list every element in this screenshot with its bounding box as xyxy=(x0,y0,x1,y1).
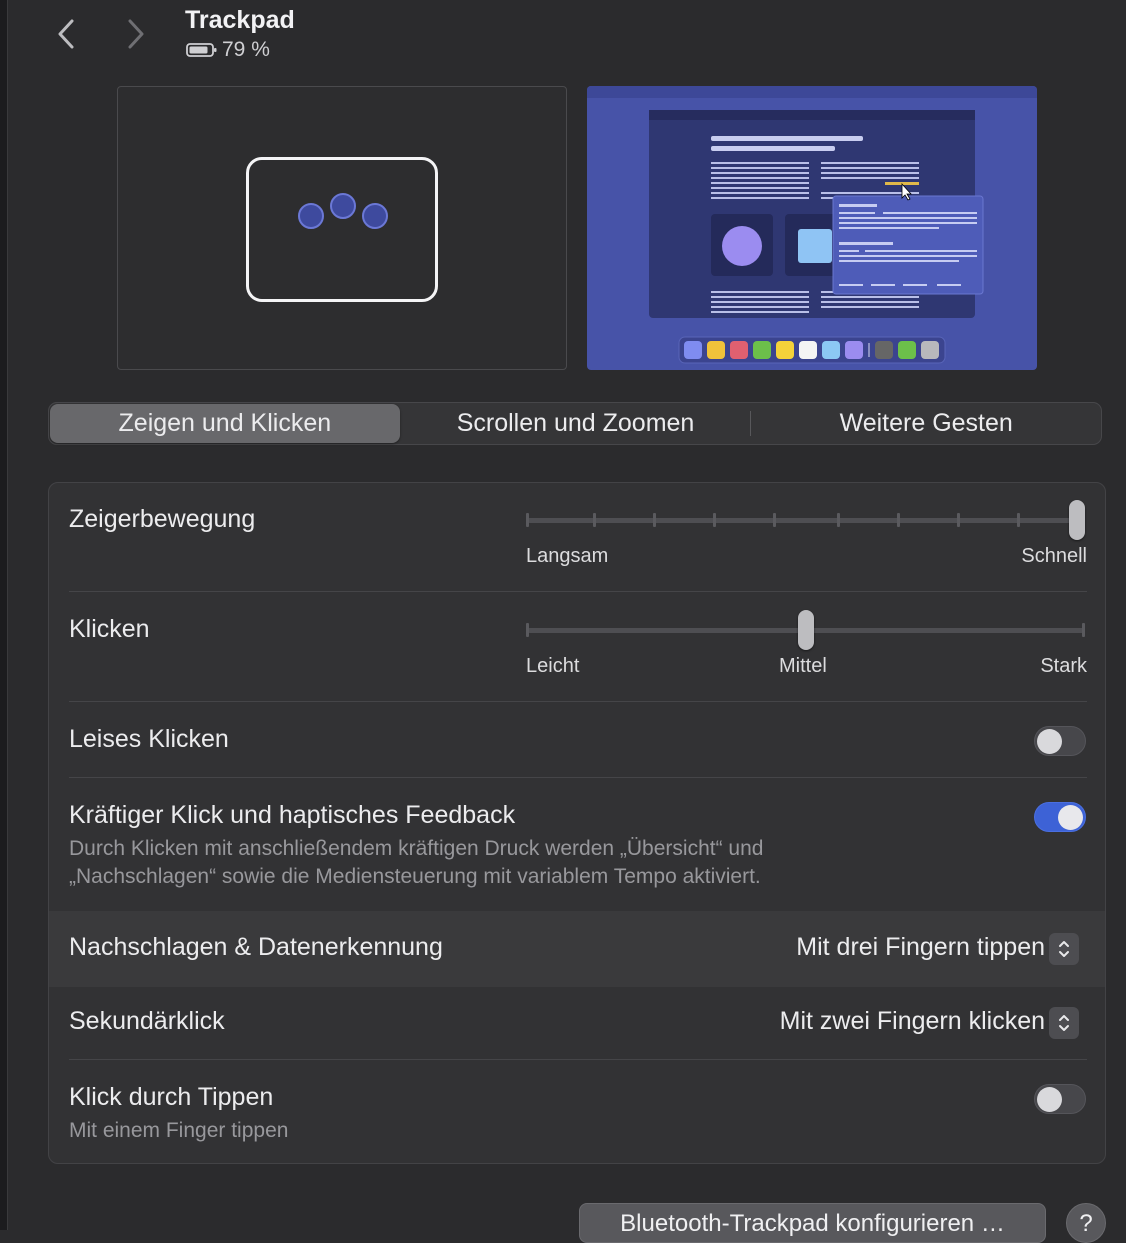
help-button[interactable]: ? xyxy=(1066,1203,1106,1243)
silent-click-row: Leises Klicken xyxy=(49,703,1105,779)
slider-tick xyxy=(957,513,960,527)
slider-mid-label: Mittel xyxy=(779,655,827,677)
slider-tick xyxy=(526,623,529,637)
row-divider xyxy=(69,777,1087,778)
click-pressure-row: Klicken Leicht Mittel Stark xyxy=(49,593,1105,703)
slider-tick xyxy=(526,513,529,527)
page-title: Trackpad xyxy=(185,6,295,34)
slider-knob[interactable] xyxy=(798,610,814,650)
gesture-screen-preview xyxy=(587,86,1037,370)
pointer-speed-label: Zeigerbewegung xyxy=(69,505,256,533)
secondary-click-popup-stepper[interactable] xyxy=(1049,1007,1079,1039)
slider-tick xyxy=(1017,513,1020,527)
window-edge xyxy=(0,0,8,1230)
trackpad-settings-window: Trackpad 79 % Zeigen und Klicken Scrolle… xyxy=(8,0,1126,1243)
silent-click-label: Leises Klicken xyxy=(69,725,229,753)
slider-tick xyxy=(713,513,716,527)
slider-tick xyxy=(837,513,840,527)
toggle-thumb xyxy=(1058,805,1083,830)
battery-status: 79 % xyxy=(186,38,270,62)
row-divider xyxy=(69,591,1087,592)
force-click-description-line-2: „Nachschlagen“ sowie die Mediensteuerung… xyxy=(69,865,761,888)
slider-min-label: Langsam xyxy=(526,545,609,567)
settings-group: Zeigerbewegung Langsam Schnell Klicken L… xyxy=(48,482,1106,1164)
secondary-click-popup-value[interactable]: Mit zwei Fingern klicken xyxy=(780,1007,1045,1036)
pointer-speed-row: Zeigerbewegung Langsam Schnell xyxy=(49,483,1105,593)
finger-dot xyxy=(330,193,356,219)
configure-bluetooth-trackpad-button[interactable]: Bluetooth-Trackpad konfigurieren … xyxy=(579,1203,1046,1243)
lookup-popup-stepper[interactable] xyxy=(1049,933,1079,965)
tab-more-gestures[interactable]: Weitere Gesten xyxy=(751,403,1101,444)
finger-dot xyxy=(362,203,388,229)
tab-point-and-click[interactable]: Zeigen und Klicken xyxy=(50,404,400,443)
tab-segmented-control: Zeigen und Klicken Scrollen und Zoomen W… xyxy=(48,402,1102,445)
force-click-label: Kräftiger Klick und haptisches Feedback xyxy=(69,801,516,829)
tap-to-click-toggle[interactable] xyxy=(1034,1084,1086,1114)
chevron-left-icon xyxy=(58,19,74,49)
slider-max-label: Schnell xyxy=(1021,545,1087,567)
toggle-thumb xyxy=(1037,1087,1062,1112)
chevron-right-icon xyxy=(128,19,144,49)
lookup-label: Nachschlagen & Datenerkennung xyxy=(69,933,443,961)
silent-click-toggle[interactable] xyxy=(1034,726,1086,756)
slider-tick xyxy=(653,513,656,527)
slider-track xyxy=(527,518,1085,523)
tap-to-click-label: Klick durch Tippen xyxy=(69,1083,274,1111)
battery-percentage: 79 % xyxy=(222,38,270,61)
battery-icon xyxy=(186,43,217,57)
click-pressure-label: Klicken xyxy=(69,615,150,643)
tap-to-click-description: Mit einem Finger tippen xyxy=(69,1119,289,1142)
slider-tick xyxy=(1082,623,1085,637)
back-button[interactable] xyxy=(48,14,84,54)
screen-illustration xyxy=(587,86,1037,364)
force-click-toggle[interactable] xyxy=(1034,802,1086,832)
lookup-popup-value[interactable]: Mit drei Fingern tippen xyxy=(796,933,1045,962)
slider-right-label: Stark xyxy=(1040,655,1087,677)
tab-scroll-and-zoom[interactable]: Scrollen und Zoomen xyxy=(401,403,751,444)
gesture-trackpad-preview xyxy=(117,86,567,370)
row-divider xyxy=(69,1059,1087,1060)
tap-to-click-row: Klick durch Tippen Mit einem Finger tipp… xyxy=(49,1061,1105,1163)
chevron-up-down-icon xyxy=(1059,1015,1069,1031)
force-click-row: Kräftiger Klick und haptisches Feedback … xyxy=(49,779,1105,911)
force-click-description-line-1: Durch Klicken mit anschließendem kräftig… xyxy=(69,837,764,860)
slider-left-label: Leicht xyxy=(526,655,580,677)
slider-tick xyxy=(773,513,776,527)
lookup-row[interactable]: Nachschlagen & Datenerkennung Mit drei F… xyxy=(49,911,1105,987)
trackpad-illustration xyxy=(246,157,438,302)
forward-button[interactable] xyxy=(118,14,154,54)
slider-tick xyxy=(897,513,900,527)
row-divider xyxy=(69,701,1087,702)
slider-tick xyxy=(593,513,596,527)
toggle-thumb xyxy=(1037,729,1062,754)
secondary-click-label: Sekundärklick xyxy=(69,1007,225,1035)
slider-knob[interactable] xyxy=(1069,500,1085,540)
finger-dot xyxy=(298,203,324,229)
chevron-up-down-icon xyxy=(1059,941,1069,957)
secondary-click-row: Sekundärklick Mit zwei Fingern klicken xyxy=(49,987,1105,1061)
